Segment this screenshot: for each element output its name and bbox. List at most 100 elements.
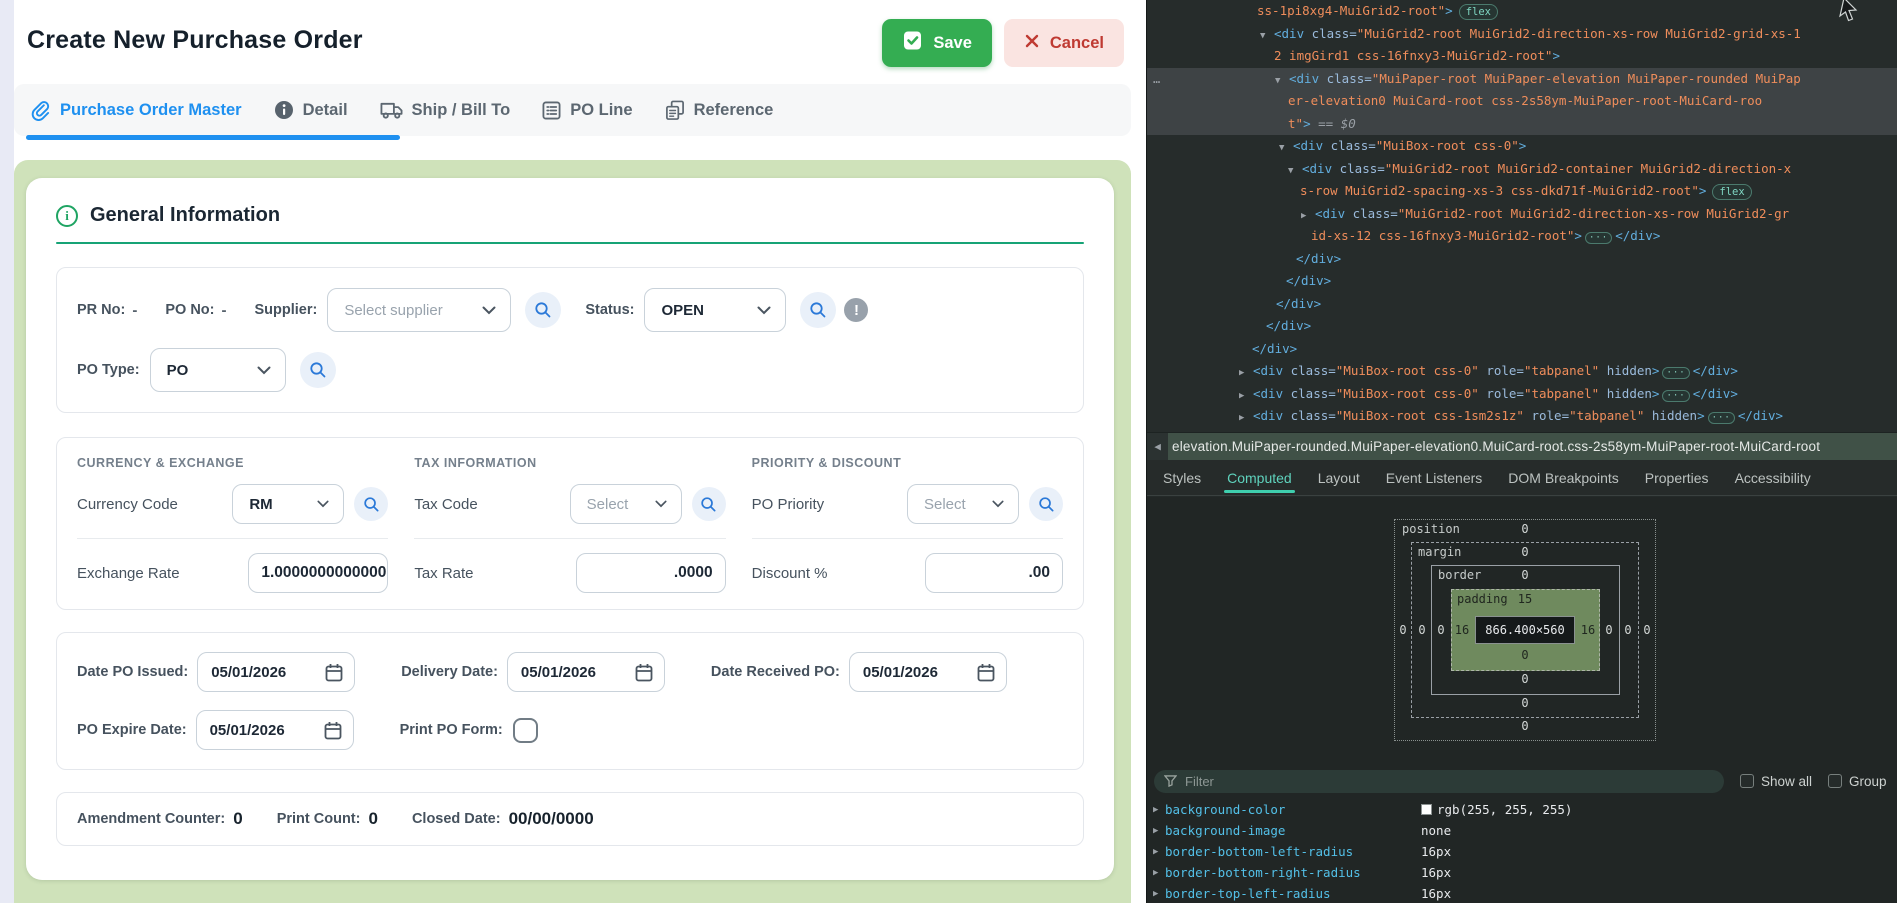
position-top-value[interactable]: 0	[1521, 522, 1528, 536]
po-type-search-button[interactable]	[300, 352, 336, 388]
devtools-tab-computed[interactable]: Computed	[1214, 460, 1305, 495]
tab-ship-bill-to[interactable]: Ship / Bill To	[380, 101, 511, 120]
tax-search-button[interactable]	[692, 487, 726, 521]
dom-tree-line[interactable]: </div>	[1147, 338, 1897, 361]
color-swatch[interactable]	[1421, 804, 1432, 815]
box-model-content[interactable]: 866.400×560	[1475, 616, 1575, 644]
group-checkbox[interactable]	[1828, 774, 1842, 788]
border-right-value[interactable]: 0	[1605, 623, 1612, 637]
delivery-date-input[interactable]: 05/01/2026	[507, 652, 665, 692]
supplier-select[interactable]: Select supplier	[327, 288, 511, 332]
cancel-button[interactable]: Cancel	[1004, 19, 1124, 67]
print-po-form-checkbox[interactable]	[513, 718, 538, 743]
tab-reference[interactable]: Reference	[665, 100, 774, 121]
property-name[interactable]: border-bottom-right-radius	[1165, 865, 1361, 880]
po-priority-select[interactable]: Select	[907, 484, 1019, 524]
po-expire-date-input[interactable]: 05/01/2026	[196, 710, 354, 750]
show-all-checkbox[interactable]	[1740, 774, 1754, 788]
dom-tree-line[interactable]: t"> == $0	[1147, 113, 1897, 136]
dom-tree-line[interactable]: ▶<div class="MuiGrid2-root MuiGrid2-dire…	[1147, 203, 1897, 226]
node-more-actions-button[interactable]: …	[1153, 68, 1161, 91]
discount-input[interactable]: .00	[925, 553, 1063, 593]
position-bottom-value[interactable]: 0	[1521, 719, 1528, 733]
flex-badge[interactable]: flex	[1459, 4, 1498, 20]
border-bottom-value[interactable]: 0	[1521, 672, 1528, 686]
dom-tree-line[interactable]: </div>	[1147, 248, 1897, 271]
devtools-tab-layout[interactable]: Layout	[1305, 460, 1373, 495]
dom-tree-line[interactable]: s-row MuiGrid2-spacing-xs-3 css-dkd71f-M…	[1147, 180, 1897, 203]
tab-detail[interactable]: Detail	[274, 100, 348, 120]
dom-tree-line[interactable]: ▶<div class="MuiBox-root css-0" role="ta…	[1147, 383, 1897, 406]
position-right-value[interactable]: 0	[1643, 623, 1650, 637]
dom-tree-line[interactable]: </div>	[1147, 315, 1897, 338]
exchange-rate-input[interactable]: 1.0000000000000	[248, 553, 388, 593]
save-button[interactable]: Save	[882, 19, 992, 67]
devtools-tab-dom-breakpoints[interactable]: DOM Breakpoints	[1495, 460, 1631, 495]
expand-children-button[interactable]: ···	[1585, 232, 1612, 244]
disclosure-arrow-icon[interactable]: ▶	[1301, 205, 1315, 228]
disclosure-arrow-icon[interactable]: ▶	[1239, 362, 1253, 385]
tab-purchase-order-master[interactable]: Purchase Order Master	[30, 100, 242, 121]
padding-bottom-value[interactable]: 0	[1521, 648, 1528, 662]
property-disclosure-arrow-icon[interactable]: ▶	[1153, 889, 1165, 899]
margin-left-value[interactable]: 0	[1418, 623, 1425, 637]
padding-top-value[interactable]: 15	[1518, 592, 1532, 606]
property-name[interactable]: border-top-left-radius	[1165, 886, 1331, 901]
status-search-button[interactable]	[800, 292, 836, 328]
breadcrumb-selected-node[interactable]: elevation.MuiPaper-rounded.MuiPaper-elev…	[1168, 433, 1897, 460]
dom-tree-line[interactable]: id-xs-12 css-16fnxy3-MuiGrid2-root">···<…	[1147, 225, 1897, 248]
padding-left-value[interactable]: 16	[1455, 623, 1469, 637]
expand-children-button[interactable]: ···	[1708, 412, 1735, 424]
po-type-select[interactable]: PO	[150, 348, 286, 392]
devtools-tab-styles[interactable]: Styles	[1150, 460, 1214, 495]
property-disclosure-arrow-icon[interactable]: ▶	[1153, 805, 1165, 815]
date-po-issued-input[interactable]: 05/01/2026	[197, 652, 355, 692]
currency-code-select[interactable]: RM	[232, 484, 344, 524]
property-disclosure-arrow-icon[interactable]: ▶	[1153, 847, 1165, 857]
disclosure-arrow-icon[interactable]: ▼	[1275, 70, 1289, 93]
dom-tree-line[interactable]: </div>	[1147, 293, 1897, 316]
property-name[interactable]: background-color	[1165, 802, 1285, 817]
dom-tree-line[interactable]: …▼<div class="MuiPaper-root MuiPaper-ele…	[1147, 68, 1897, 91]
margin-bottom-value[interactable]: 0	[1521, 696, 1528, 710]
dom-tree-line[interactable]: ▶<div class="MuiBox-root css-0" role="ta…	[1147, 360, 1897, 383]
date-received-po-input[interactable]: 05/01/2026	[849, 652, 1007, 692]
dom-tree-line[interactable]: ss-1pi8xg4-MuiGrid2-root">flex	[1147, 0, 1897, 23]
disclosure-arrow-icon[interactable]: ▶	[1239, 385, 1253, 408]
dom-tree-line[interactable]: 2 imgGird1 css-16fnxy3-MuiGrid2-root">	[1147, 45, 1897, 68]
margin-right-value[interactable]: 0	[1624, 623, 1631, 637]
expand-children-button[interactable]: ···	[1662, 367, 1689, 379]
devtools-tab-properties[interactable]: Properties	[1632, 460, 1722, 495]
devtools-tab-event-listeners[interactable]: Event Listeners	[1373, 460, 1496, 495]
tax-rate-input[interactable]: .0000	[576, 553, 726, 593]
border-top-value[interactable]: 0	[1521, 568, 1528, 582]
tab-po-line[interactable]: PO Line	[542, 101, 632, 120]
filter-input[interactable]: Filter	[1154, 770, 1724, 793]
dom-tree-line[interactable]: ▼<div class="MuiGrid2-root MuiGrid2-dire…	[1147, 23, 1897, 46]
property-name[interactable]: background-image	[1165, 823, 1285, 838]
dom-tree-line[interactable]: </div>	[1147, 270, 1897, 293]
property-disclosure-arrow-icon[interactable]: ▶	[1153, 826, 1165, 836]
dom-tree-line[interactable]: ▼<div class="MuiBox-root css-0">	[1147, 135, 1897, 158]
dom-tree-line[interactable]: ▼<div class="MuiGrid2-root MuiGrid2-cont…	[1147, 158, 1897, 181]
expand-children-button[interactable]: ···	[1662, 390, 1689, 402]
property-disclosure-arrow-icon[interactable]: ▶	[1153, 868, 1165, 878]
position-left-value[interactable]: 0	[1399, 623, 1406, 637]
dom-tree-line[interactable]: ▶<div class="MuiBox-root css-1sm2s1z" ro…	[1147, 405, 1897, 428]
dom-tree-line[interactable]: er-elevation0 MuiCard-root css-2s58ym-Mu…	[1147, 90, 1897, 113]
margin-top-value[interactable]: 0	[1521, 545, 1528, 559]
priority-search-button[interactable]	[1029, 487, 1063, 521]
status-select[interactable]: OPEN	[644, 288, 786, 332]
property-name[interactable]: border-bottom-left-radius	[1165, 844, 1353, 859]
disclosure-arrow-icon[interactable]: ▼	[1279, 137, 1293, 160]
devtools-tab-accessibility[interactable]: Accessibility	[1722, 460, 1824, 495]
flex-badge[interactable]: flex	[1712, 184, 1751, 200]
breadcrumb-back-button[interactable]: ◀	[1147, 433, 1168, 460]
disclosure-arrow-icon[interactable]: ▶	[1239, 407, 1253, 430]
disclosure-arrow-icon[interactable]: ▼	[1260, 25, 1274, 48]
border-left-value[interactable]: 0	[1437, 623, 1444, 637]
disclosure-arrow-icon[interactable]: ▼	[1288, 160, 1302, 183]
tax-code-select[interactable]: Select	[570, 484, 682, 524]
padding-right-value[interactable]: 16	[1581, 623, 1595, 637]
supplier-search-button[interactable]	[525, 292, 561, 328]
